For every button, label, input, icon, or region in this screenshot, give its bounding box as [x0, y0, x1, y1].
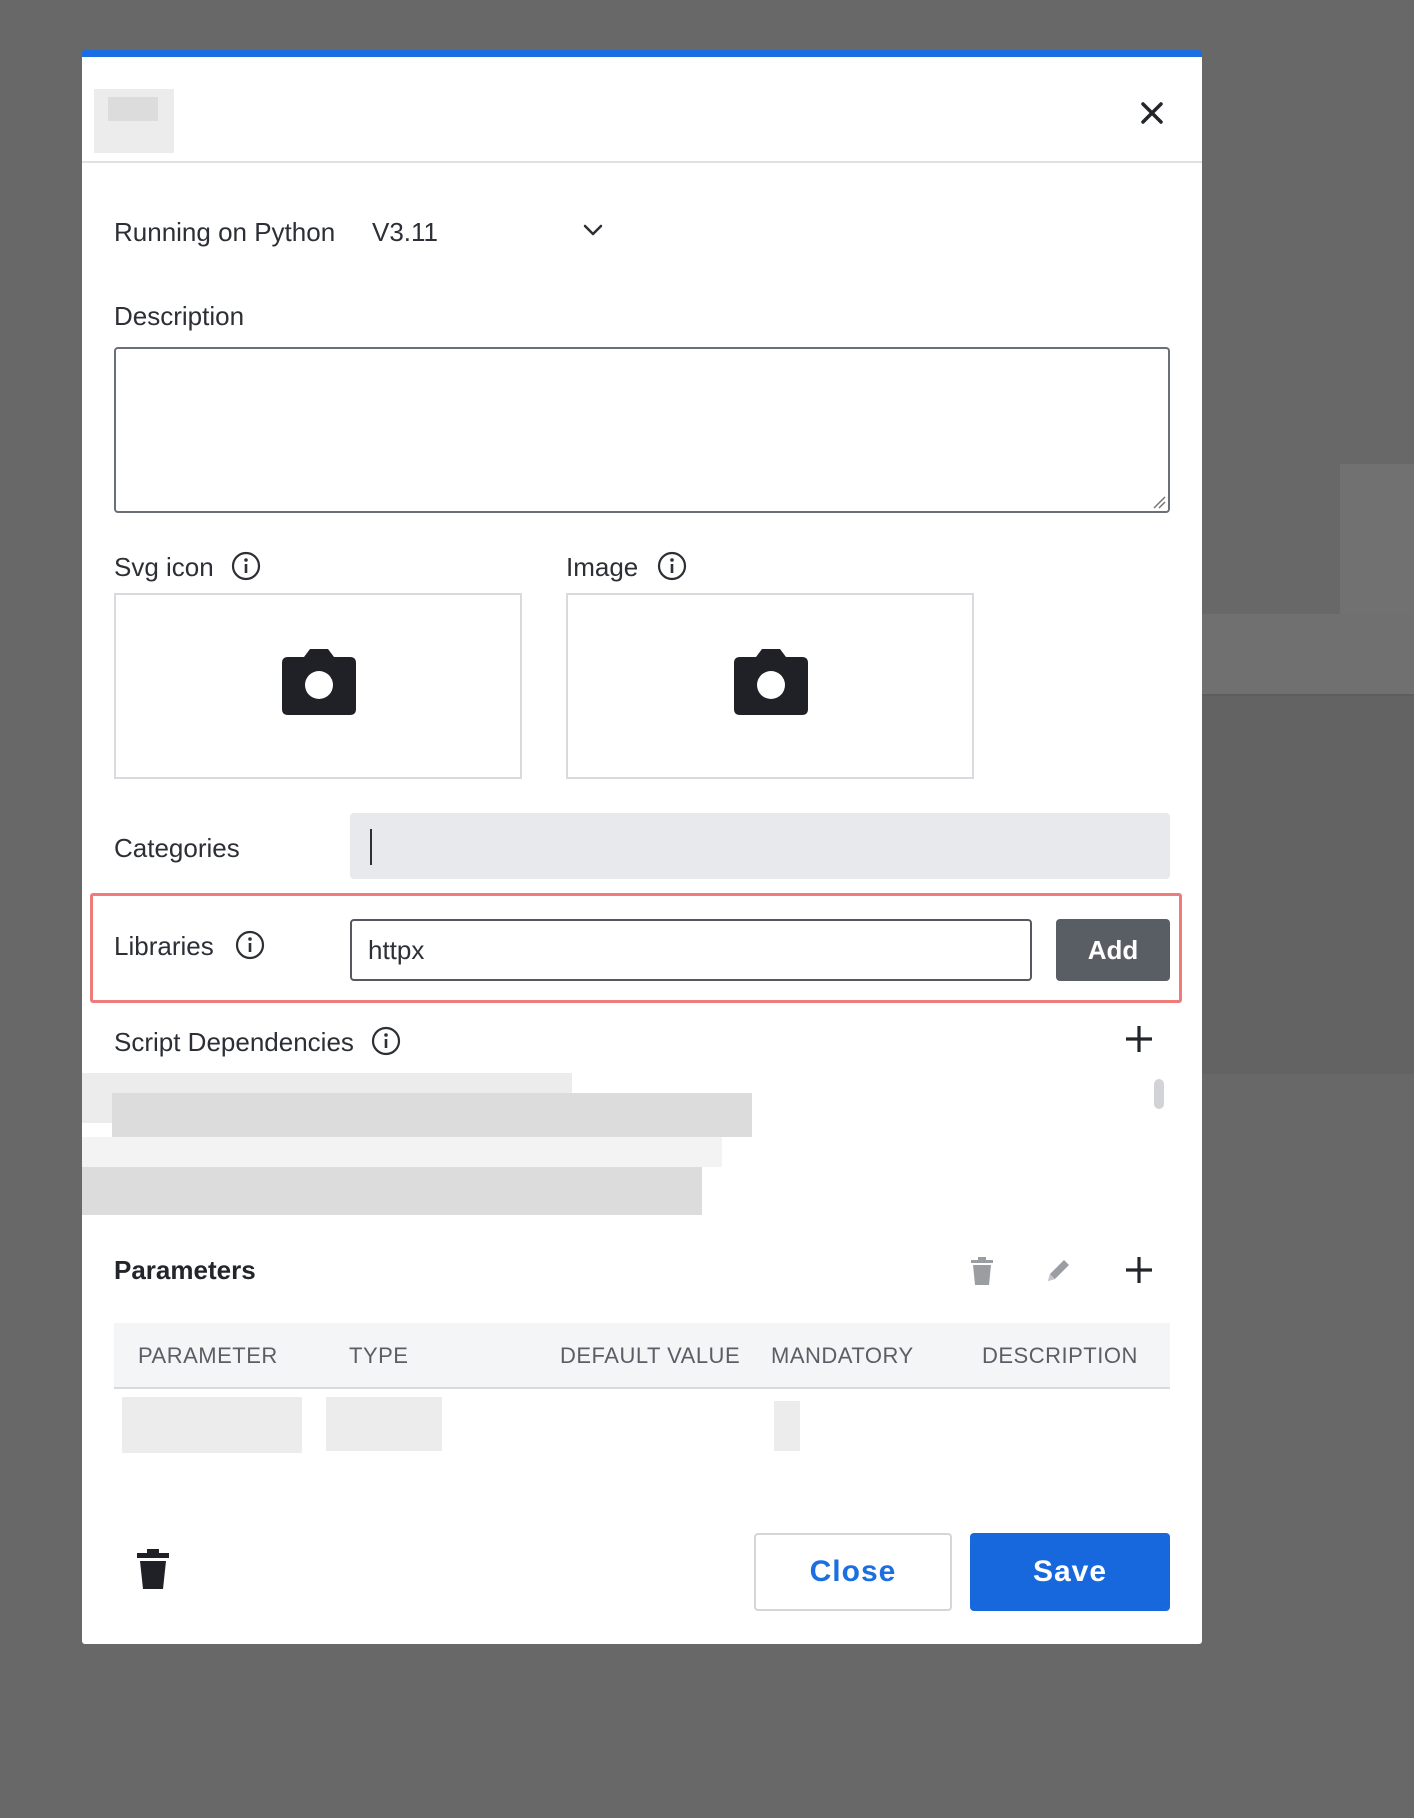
- script-dialog: Running on Python V3.11 Description Svg …: [82, 50, 1202, 1644]
- svg-icon-label: Svg icon: [114, 552, 214, 582]
- column-header[interactable]: DESCRIPTION: [982, 1343, 1138, 1369]
- script-dependencies-label: Script Dependencies: [114, 1027, 354, 1057]
- background-panel: [1202, 696, 1414, 1074]
- redacted-type: [326, 1397, 442, 1451]
- libraries-input[interactable]: httpx: [350, 919, 1032, 981]
- text-caret: [370, 829, 372, 865]
- column-header[interactable]: PARAMETER: [138, 1343, 278, 1369]
- delete-trash-icon[interactable]: [134, 1547, 172, 1591]
- image-label: Image: [566, 552, 639, 582]
- redacted-dependency: [82, 1137, 722, 1167]
- camera-icon: [734, 649, 808, 715]
- image-upload[interactable]: [566, 593, 974, 779]
- info-icon[interactable]: [234, 929, 266, 961]
- background-panel: [1340, 464, 1414, 614]
- parameters-table-header: PARAMETER TYPE DEFAULT VALUE MANDATORY D…: [114, 1323, 1170, 1389]
- resize-handle-icon[interactable]: [1152, 495, 1166, 509]
- close-button[interactable]: Close: [754, 1533, 952, 1611]
- categories-input[interactable]: [350, 813, 1170, 879]
- redacted-title-part: [108, 97, 158, 121]
- column-header[interactable]: TYPE: [349, 1343, 408, 1369]
- add-library-button[interactable]: Add: [1056, 919, 1170, 981]
- dependencies-scrollbar[interactable]: [1154, 1079, 1164, 1109]
- chevron-down-icon[interactable]: [578, 215, 608, 245]
- trash-icon[interactable]: [966, 1255, 998, 1287]
- svg-icon-upload[interactable]: [114, 593, 522, 779]
- column-header[interactable]: DEFAULT VALUE: [560, 1343, 740, 1369]
- save-button[interactable]: Save: [970, 1533, 1170, 1611]
- libraries-label: Libraries: [114, 931, 214, 961]
- background-panel: [1202, 614, 1414, 696]
- info-icon[interactable]: [230, 550, 262, 582]
- description-label: Description: [114, 301, 245, 331]
- python-version-select[interactable]: V3.11: [372, 217, 438, 248]
- background-divider: [1202, 694, 1414, 696]
- camera-icon: [282, 649, 356, 715]
- redacted-dependency: [82, 1167, 702, 1215]
- redacted-dependency: [112, 1093, 752, 1137]
- plus-icon[interactable]: [1122, 1253, 1156, 1287]
- dialog-header: [82, 57, 1202, 163]
- redacted-mandatory: [774, 1401, 800, 1451]
- info-icon[interactable]: [370, 1025, 402, 1057]
- parameters-title: Parameters: [114, 1255, 256, 1285]
- close-icon[interactable]: [1134, 95, 1170, 131]
- plus-icon[interactable]: [1122, 1022, 1156, 1056]
- pencil-icon[interactable]: [1042, 1255, 1074, 1287]
- column-header[interactable]: MANDATORY: [771, 1343, 914, 1369]
- info-icon[interactable]: [656, 550, 688, 582]
- categories-label: Categories: [114, 833, 240, 863]
- runtime-label: Running on Python: [114, 217, 336, 247]
- description-textarea[interactable]: [114, 347, 1170, 513]
- redacted-parameter: [122, 1397, 302, 1453]
